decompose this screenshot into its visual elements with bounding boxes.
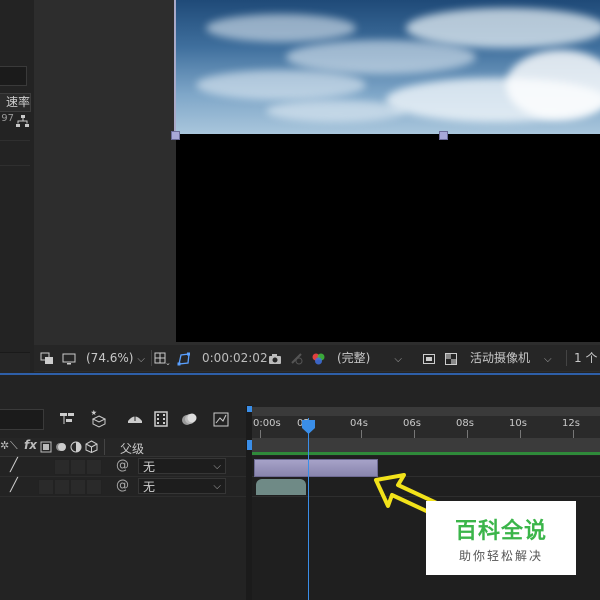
resolution-dropdown[interactable]: (完整) ⌵	[337, 345, 402, 371]
ruler-tick-label: 06s	[403, 418, 421, 429]
layer-transform-handle[interactable]	[439, 131, 448, 140]
parent-dropdown-value: 无	[143, 480, 156, 494]
effect-switch-icon[interactable]: fx	[24, 438, 37, 452]
project-column-header[interactable]: 速率	[0, 93, 31, 112]
layer-columns-header: ✲ ⟍ fx 父级	[0, 438, 246, 457]
layer-duration-bar[interactable]	[256, 479, 306, 495]
layer-bounding-edge	[174, 0, 176, 136]
chevron-down-icon: ⌵	[544, 354, 552, 365]
ruler-tick-label: 12s	[562, 418, 580, 429]
layer-transform-handle[interactable]	[171, 131, 180, 140]
zoom-value: (74.6%)	[86, 351, 134, 365]
pick-whip-icon[interactable]: @	[116, 478, 129, 493]
switch-cell[interactable]	[54, 479, 70, 495]
zoom-dropdown[interactable]: (74.6%) ⌵	[86, 345, 145, 371]
3d-layer-switch-icon[interactable]	[85, 440, 98, 456]
render-cache-indicator	[252, 452, 600, 455]
graph-editor-icon[interactable]	[212, 410, 230, 428]
camera-snapshot-icon[interactable]	[268, 345, 282, 371]
layer-row[interactable]: ╱ @ 无 ⌵	[0, 457, 246, 477]
flowchart-icon[interactable]	[16, 113, 29, 127]
motion-blur-switch-icon[interactable]	[55, 441, 67, 456]
shy-layers-icon[interactable]	[126, 410, 144, 428]
project-panel	[0, 0, 30, 372]
project-fps-value: 97	[1, 113, 14, 124]
quality-line-icon[interactable]: ╱	[10, 458, 18, 473]
layer-list: ╱ @ 无 ⌵ ╱ @ 无 ⌵	[0, 457, 246, 600]
time-navigator[interactable]	[252, 407, 600, 416]
comp-frame-sky-image	[176, 0, 600, 134]
current-time-indicator-icon[interactable]	[302, 419, 315, 434]
ruler-tick-label: 04s	[350, 418, 368, 429]
ruler-tick-label: 0:00s	[253, 418, 281, 429]
current-time-display[interactable]: 0:00:02:02	[202, 345, 268, 371]
switch-cell[interactable]	[70, 479, 86, 495]
project-search-field[interactable]	[0, 66, 27, 86]
ruler-tick-label: 10s	[509, 418, 527, 429]
timeline-search-input[interactable]	[0, 409, 44, 430]
comp-flowchart-icon[interactable]	[58, 410, 76, 428]
watermark-logo: 百科全说 助你轻松解决	[426, 501, 576, 575]
layer-duration-bar[interactable]	[254, 459, 378, 477]
quality-switch-icon[interactable]: ⟍	[10, 439, 18, 453]
project-bottom-strip	[0, 352, 30, 373]
pick-whip-icon[interactable]: @	[116, 458, 129, 473]
switch-cell[interactable]	[86, 479, 102, 495]
chevron-down-icon: ⌵	[137, 354, 145, 365]
viewer-toolbar: (74.6%) ⌵ ⌄ 0:00:02:02 (完整) ⌵ 活动摄像机 ⌵ 1 个	[34, 345, 600, 371]
timeline-start-marker	[247, 406, 252, 450]
comp-frame-empty-area	[176, 134, 600, 342]
motion-blur-icon[interactable]	[180, 410, 198, 428]
parent-dropdown-value: 无	[143, 460, 156, 474]
always-preview-icon[interactable]	[40, 345, 54, 371]
monitor-icon[interactable]	[62, 345, 76, 371]
watermark-title: 百科全说	[454, 519, 547, 544]
frame-blending-icon[interactable]	[152, 410, 170, 428]
adjustment-layer-switch-icon[interactable]	[70, 441, 82, 456]
project-divider	[0, 140, 30, 141]
camera-view-value: 活动摄像机	[470, 351, 531, 365]
switch-cell[interactable]	[86, 459, 102, 475]
mask-visibility-icon[interactable]	[176, 345, 192, 371]
show-snapshot-icon[interactable]	[290, 345, 304, 371]
parent-dropdown[interactable]: 无 ⌵	[138, 458, 226, 474]
transparency-grid-icon[interactable]	[444, 345, 458, 371]
view-layout-dropdown[interactable]: 1 个	[574, 345, 597, 371]
ruler-tick-label: 08s	[456, 418, 474, 429]
layer-row[interactable]: ╱ @ 无 ⌵	[0, 477, 246, 497]
project-column-header-label: 速率	[5, 95, 30, 109]
draft-3d-icon[interactable]	[90, 409, 108, 428]
project-divider	[0, 165, 30, 166]
camera-view-dropdown[interactable]: 活动摄像机 ⌵	[470, 345, 552, 371]
chevron-down-icon: ⌵	[213, 461, 221, 472]
solo-switch-icon[interactable]: ✲	[0, 439, 9, 452]
frame-blend-switch-icon[interactable]	[40, 441, 52, 456]
current-time-indicator-line[interactable]	[308, 418, 309, 600]
parent-column-header[interactable]: 父级	[120, 440, 144, 457]
svg-text:⌄: ⌄	[165, 359, 170, 366]
chevron-down-icon: ⌵	[213, 481, 221, 492]
switch-cell[interactable]	[70, 459, 86, 475]
grid-guide-icon[interactable]: ⌄	[154, 345, 171, 371]
view-layout-value: 1 个	[574, 351, 598, 365]
quality-line-icon[interactable]: ╱	[10, 478, 18, 493]
chevron-down-icon: ⌵	[394, 354, 402, 365]
watermark-subtitle: 助你轻松解决	[458, 549, 543, 563]
switch-cell[interactable]	[54, 459, 70, 475]
color-channels-icon[interactable]	[311, 345, 327, 371]
region-of-interest-icon[interactable]	[422, 345, 436, 371]
resolution-value: (完整)	[337, 351, 371, 365]
switch-cell[interactable]	[38, 479, 54, 495]
parent-dropdown[interactable]: 无 ⌵	[138, 478, 226, 494]
